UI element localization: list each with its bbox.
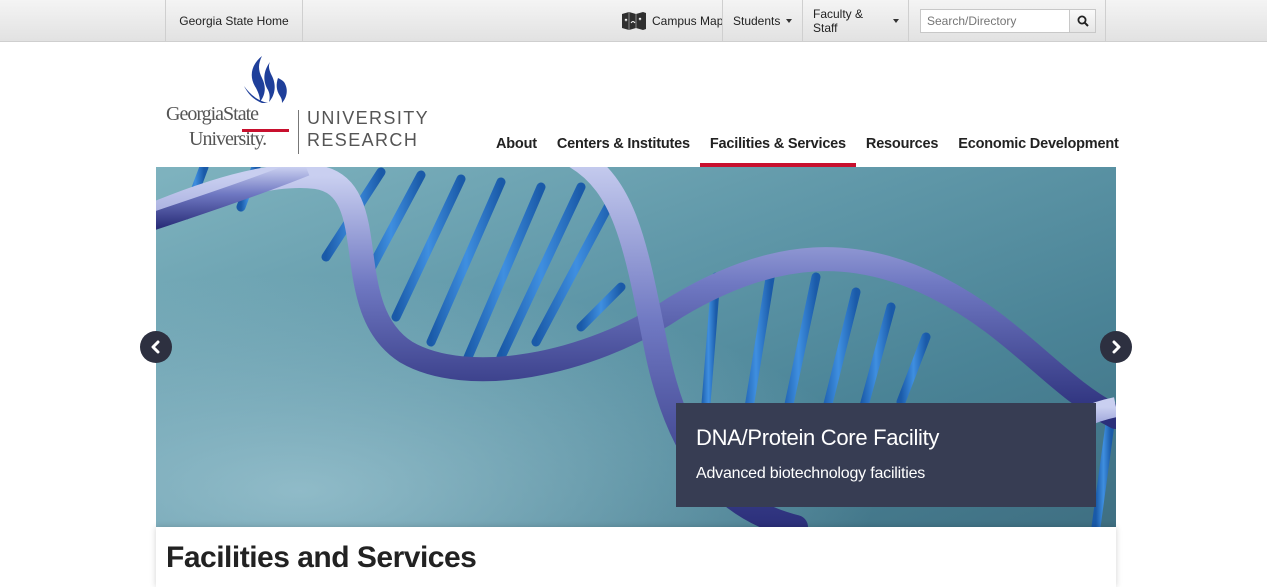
logo-unit-line2: RESEARCH	[307, 130, 419, 150]
flame-logo-icon	[244, 56, 287, 103]
students-dropdown[interactable]: Students	[722, 0, 803, 42]
main-navigation: About Centers & Institutes Facilities & …	[486, 128, 1129, 167]
page-title: Facilities and Services	[166, 541, 477, 574]
search-form	[908, 0, 1106, 42]
carousel-prev-button[interactable]	[140, 331, 172, 363]
nav-item-about[interactable]: About	[486, 128, 547, 167]
carousel-caption-title: DNA/Protein Core Facility	[696, 425, 940, 450]
utility-bar: Georgia State Home Campus Map Students F…	[0, 0, 1267, 42]
faculty-staff-dropdown[interactable]: Faculty & Staff	[802, 0, 909, 42]
campus-map-label: Campus Map	[652, 14, 724, 28]
georgia-state-home-link[interactable]: Georgia State Home	[165, 0, 303, 42]
chevron-right-icon	[1112, 340, 1121, 354]
logo-wordmark-line2: University.	[189, 128, 267, 150]
search-button[interactable]	[1070, 9, 1096, 33]
carousel-next-button[interactable]	[1100, 331, 1132, 363]
search-input[interactable]	[920, 9, 1070, 33]
campus-map-link[interactable]: Campus Map	[611, 0, 733, 42]
logo-wordmark-line1: GeorgiaState	[166, 103, 259, 125]
chevron-down-icon	[786, 19, 793, 23]
nav-item-resources[interactable]: Resources	[856, 128, 948, 167]
logo-divider	[298, 110, 299, 154]
carousel-caption[interactable]: DNA/Protein Core Facility Advanced biote…	[676, 403, 1096, 507]
search-icon	[1077, 15, 1089, 27]
map-icon	[622, 12, 646, 30]
nav-item-facilities-services[interactable]: Facilities & Services	[699, 128, 856, 167]
logo-unit-line1: UNIVERSITY	[307, 108, 430, 128]
georgia-state-home-label: Georgia State Home	[179, 14, 289, 28]
nav-item-centers-institutes[interactable]: Centers & Institutes	[547, 128, 700, 167]
hero-carousel: DNA/Protein Core Facility Advanced biote…	[156, 167, 1116, 527]
site-logo[interactable]: GeorgiaState University. UNIVERSITY RESE…	[166, 54, 436, 160]
chevron-down-icon	[893, 19, 899, 23]
chevron-left-icon	[151, 340, 160, 354]
carousel-caption-subtitle: Advanced biotechnology facilities	[696, 465, 926, 482]
nav-item-economic-development[interactable]: Economic Development	[948, 128, 1128, 167]
content-card: Facilities and Services	[156, 527, 1116, 587]
faculty-staff-label: Faculty & Staff	[813, 7, 864, 35]
students-label: Students	[733, 14, 781, 28]
